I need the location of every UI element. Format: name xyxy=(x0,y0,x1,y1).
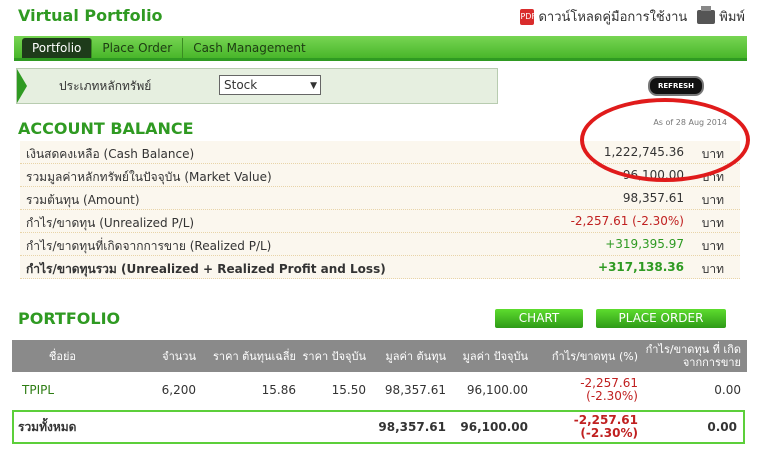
qty-cell: 6,200 xyxy=(161,382,196,397)
tab-cash-management[interactable]: Cash Management xyxy=(183,38,315,58)
pl-cell: -2,257.61 (-2.30%) xyxy=(534,372,644,408)
page-title: Virtual Portfolio xyxy=(18,6,163,25)
column-header: กำไร/ขาดทุน ที่ เกิดจากการขาย xyxy=(645,343,741,369)
portfolio-heading: PORTFOLIO xyxy=(18,309,121,328)
column-header: มูลค่า ปัจจุบัน xyxy=(462,349,528,363)
security-type-label: ประเภทหลักทรัพย์ xyxy=(59,79,152,93)
balance-unit: บาท xyxy=(701,216,724,230)
portfolio-table: ชื่อย่อ จำนวน ราคา ต้นทุนเฉลี่ย ราคา ปัจ… xyxy=(12,340,747,408)
balance-row-total-pl: กำไร/ขาดทุนรวม (Unrealized + Realized Pr… xyxy=(20,256,740,279)
market-value-cell: 96,100.00 xyxy=(466,382,528,397)
security-type-filter: ประเภทหลักทรัพย์ Stock ▼ xyxy=(16,68,498,104)
table-header: ชื่อย่อ จำนวน ราคา ต้นทุนเฉลี่ย ราคา ปัจ… xyxy=(12,340,747,372)
pl-pct: (-2.30%) xyxy=(586,389,638,403)
balance-row-realized: กำไร/ขาดทุนที่เกิดจากการขาย (Realized P/… xyxy=(20,233,740,256)
balance-label: เงินสดคงเหลือ (Cash Balance) xyxy=(26,147,195,161)
column-header: ชื่อย่อ xyxy=(48,349,76,363)
total-pl-pct: (-2.30%) xyxy=(580,426,638,440)
download-manual-label: ดาวน์โหลดคู่มือการใช้งาน xyxy=(538,10,688,25)
tab-place-order[interactable]: Place Order xyxy=(92,38,184,58)
total-label: รวมทั้งหมด xyxy=(18,419,77,434)
total-realized: 0.00 xyxy=(707,419,737,434)
avg-cost-cell: 15.86 xyxy=(261,382,296,397)
column-header: กำไร/ขาดทุน (%) xyxy=(551,349,638,363)
column-header: มูลค่า ต้นทุน xyxy=(385,349,446,363)
realized-cell: 0.00 xyxy=(714,382,741,397)
chart-button[interactable]: CHART xyxy=(495,309,583,328)
balance-row-amount: รวมต้นทุน (Amount) 98,357.61 บาท xyxy=(20,187,740,210)
balance-unit: บาท xyxy=(701,193,724,207)
chevron-down-icon: ▼ xyxy=(310,81,317,91)
table-row: TPIPL 6,200 15.86 15.50 98,357.61 96,100… xyxy=(12,372,747,408)
column-header: ราคา ต้นทุนเฉลี่ย xyxy=(213,349,296,363)
tab-bar: Portfolio Place Order Cash Management xyxy=(14,36,747,61)
balance-label: รวมต้นทุน (Amount) xyxy=(26,193,140,207)
account-balance-heading: ACCOUNT BALANCE xyxy=(18,119,194,138)
place-order-button[interactable]: PLACE ORDER xyxy=(596,309,726,328)
balance-row-unrealized: กำไร/ขาดทุน (Unrealized P/L) -2,257.61 (… xyxy=(20,210,740,233)
balance-value: +317,138.36 xyxy=(598,260,684,274)
column-header: จำนวน xyxy=(162,349,196,363)
balance-label: กำไร/ขาดทุนที่เกิดจากการขาย (Realized P/… xyxy=(26,239,272,253)
symbol-link[interactable]: TPIPL xyxy=(12,372,82,408)
balance-value: +319,395.97 xyxy=(605,237,684,251)
balance-label: รวมมูลค่าหลักทรัพย์ในปัจจุบัน (Market Va… xyxy=(26,170,272,184)
print-link[interactable]: พิมพ์ xyxy=(697,5,745,27)
pdf-icon: PDF xyxy=(520,8,536,25)
total-pl-cell: -2,257.61 (-2.30%) xyxy=(534,412,644,442)
balance-value: -2,257.61 (-2.30%) xyxy=(570,214,684,228)
total-market-value: 96,100.00 xyxy=(460,419,528,434)
security-type-value: Stock xyxy=(224,78,258,92)
printer-icon xyxy=(697,5,716,24)
balance-unit: บาท xyxy=(701,262,724,276)
total-cost-value: 98,357.61 xyxy=(378,419,446,434)
filter-arrow-icon xyxy=(17,69,27,103)
column-header: ราคา ปัจจุบัน xyxy=(302,349,367,363)
cost-value-cell: 98,357.61 xyxy=(384,382,446,397)
price-cell: 15.50 xyxy=(331,382,366,397)
print-label: พิมพ์ xyxy=(719,10,745,25)
balance-unit: บาท xyxy=(701,239,724,253)
highlight-oval xyxy=(580,98,750,182)
balance-label: กำไร/ขาดทุนรวม (Unrealized + Realized Pr… xyxy=(26,262,386,276)
balance-label: กำไร/ขาดทุน (Unrealized P/L) xyxy=(26,216,195,230)
balance-value: 98,357.61 xyxy=(622,191,684,205)
tab-portfolio[interactable]: Portfolio xyxy=(22,38,93,58)
refresh-button[interactable]: REFRESH xyxy=(648,76,704,96)
total-row: รวมทั้งหมด 98,357.61 96,100.00 -2,257.61… xyxy=(12,410,745,444)
download-manual-link[interactable]: PDF ดาวน์โหลดคู่มือการใช้งาน xyxy=(520,6,687,27)
security-type-select[interactable]: Stock ▼ xyxy=(219,75,321,95)
